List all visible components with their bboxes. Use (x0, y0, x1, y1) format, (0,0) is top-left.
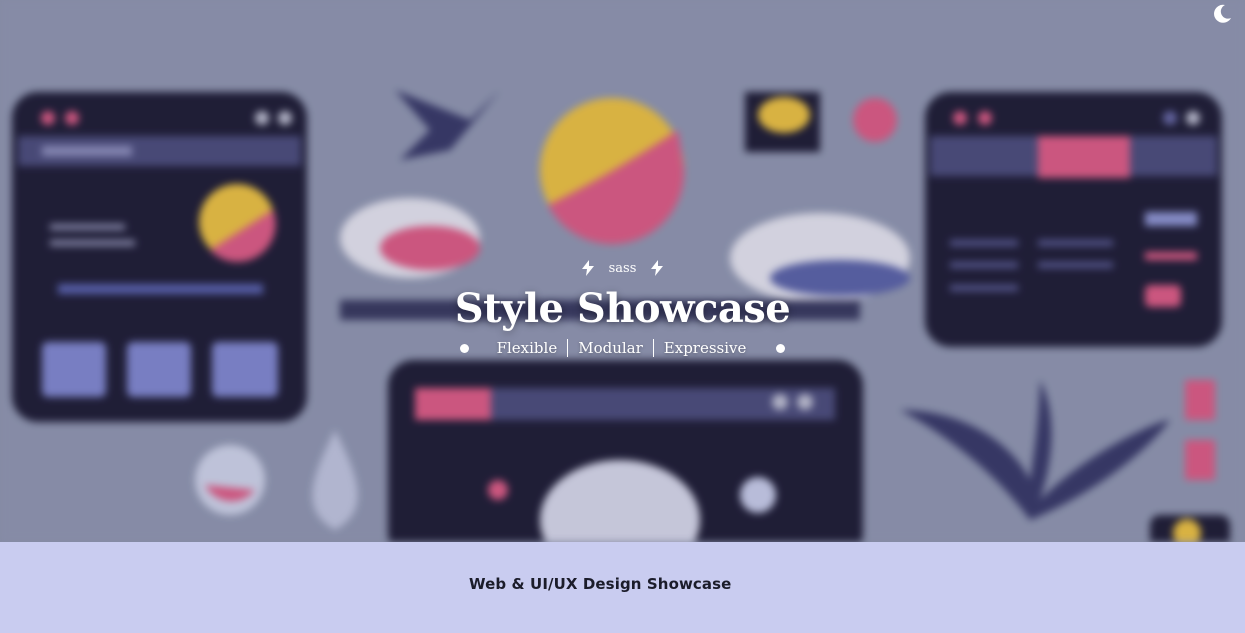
hero-section: sass Style Showcase Flexible Modular Exp… (0, 0, 1245, 542)
footer-title: Web & UI/UX Design Showcase (469, 575, 732, 593)
bullet-dot (459, 343, 469, 353)
footer-section: Web & UI/UX Design Showcase (0, 542, 1245, 633)
subtitle-item-modular: Modular (567, 339, 653, 357)
moon-icon[interactable] (1211, 3, 1233, 25)
subtitle-row: Flexible Modular Expressive (459, 338, 786, 358)
hero-content: sass Style Showcase Flexible Modular Exp… (0, 258, 1245, 358)
tag-label: sass (608, 260, 637, 276)
lightning-bolt-icon (651, 260, 664, 276)
lightning-bolt-icon (581, 260, 594, 276)
tag-row: sass (581, 258, 665, 278)
bullet-dot (776, 343, 786, 353)
page-title: Style Showcase (454, 285, 791, 332)
subtitle-item-expressive: Expressive (652, 339, 757, 357)
subtitle-item-flexible: Flexible (496, 339, 558, 357)
